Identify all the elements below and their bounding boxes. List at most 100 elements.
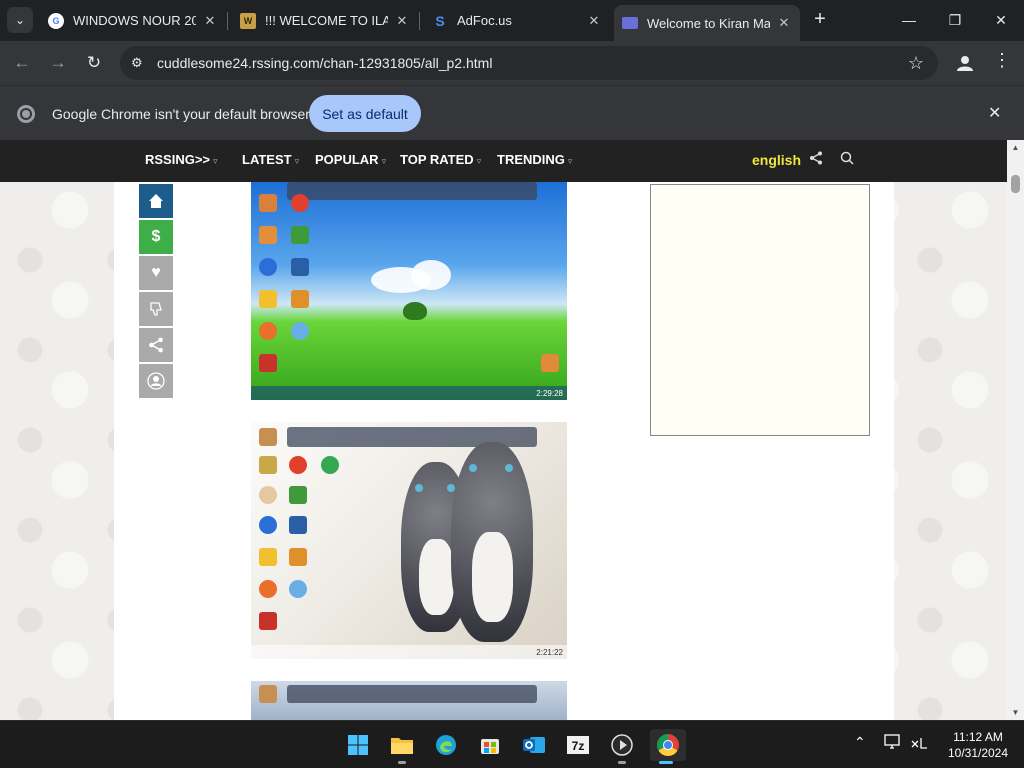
bookmark-star-icon[interactable]: ☆ bbox=[908, 53, 924, 74]
desktop-icon bbox=[259, 486, 277, 504]
desktop-icon bbox=[291, 258, 309, 276]
profile-button[interactable] bbox=[953, 51, 977, 75]
chevron-up-icon[interactable]: ⌃ bbox=[854, 734, 866, 751]
tab-adfocus[interactable]: S AdFoc.us ✕ bbox=[424, 6, 610, 35]
dropdown-triangle-icon: ▿ bbox=[213, 156, 218, 166]
heart-icon: ♥ bbox=[151, 264, 161, 281]
kitten-chest bbox=[418, 538, 454, 615]
close-icon[interactable]: ✕ bbox=[202, 13, 218, 29]
desktop-screenshot-3[interactable] bbox=[251, 681, 567, 720]
chrome-icon bbox=[17, 105, 35, 123]
window-close-button[interactable]: ✕ bbox=[978, 0, 1024, 40]
tab-title: AdFoc.us bbox=[457, 13, 512, 28]
clock-date: 10/31/2024 bbox=[947, 746, 1009, 760]
desktop-icon bbox=[291, 290, 309, 308]
donate-button[interactable]: $ bbox=[139, 220, 173, 254]
desktop-screenshot-2[interactable]: 2:21:22 bbox=[251, 422, 567, 659]
set-as-default-button[interactable]: Set as default bbox=[309, 95, 421, 132]
home-button[interactable] bbox=[139, 184, 173, 218]
display-icon[interactable] bbox=[884, 734, 902, 753]
desktop-icon bbox=[291, 194, 309, 212]
nav-top-rated[interactable]: TOP RATED ▿ bbox=[400, 152, 481, 167]
taskbar-file-explorer[interactable] bbox=[386, 729, 418, 764]
search-icon[interactable] bbox=[840, 151, 854, 168]
tab-welcome-ila[interactable]: W !!! WELCOME TO ILA'S ✕ bbox=[232, 6, 418, 35]
desktop-icon bbox=[541, 354, 559, 372]
close-icon[interactable]: ✕ bbox=[586, 13, 602, 29]
scroll-down-arrow-icon[interactable]: ▼ bbox=[1007, 708, 1024, 717]
reload-button[interactable]: ↻ bbox=[80, 49, 108, 77]
nav-latest[interactable]: LATEST ▿ bbox=[242, 152, 299, 167]
taskbar-7zip[interactable]: 7z bbox=[562, 729, 594, 761]
browser-toolbar: ← → ↻ ⚙ cuddlesome24.rssing.com/chan-129… bbox=[0, 41, 1024, 85]
tab-strip: ⌄ G WINDOWS NOUR 201 ✕ W !!! WELCOME TO … bbox=[0, 0, 1024, 41]
taskbar-edge[interactable] bbox=[430, 729, 462, 761]
nav-rssing[interactable]: RSSING>> ▿ bbox=[145, 152, 218, 167]
close-icon[interactable]: ✕ bbox=[394, 13, 410, 29]
url-text[interactable]: cuddlesome24.rssing.com/chan-12931805/al… bbox=[157, 55, 492, 71]
advertisement-box[interactable] bbox=[650, 184, 870, 436]
minimize-button[interactable]: — bbox=[886, 0, 932, 40]
taskbar-store[interactable] bbox=[474, 729, 506, 761]
page-scrollbar[interactable]: ▲ ▼ bbox=[1007, 140, 1024, 720]
network-off-icon[interactable] bbox=[910, 734, 928, 753]
taskbar-media-player[interactable] bbox=[606, 729, 638, 764]
site-info-icon[interactable]: ⚙ bbox=[131, 55, 147, 71]
desktop-icon bbox=[259, 290, 277, 308]
outlook-icon bbox=[523, 737, 545, 753]
desktop-icon bbox=[289, 548, 307, 566]
new-tab-button[interactable]: + bbox=[808, 8, 832, 32]
site-icon: W bbox=[240, 12, 256, 29]
tab-kiran-maji[interactable]: Welcome to Kiran Maji ✕ bbox=[614, 5, 800, 41]
system-clock[interactable]: 11:12 AM 10/31/2024 bbox=[938, 729, 1018, 761]
nav-label: LATEST bbox=[242, 152, 292, 167]
google-icon: G bbox=[48, 12, 64, 29]
close-icon[interactable]: ✕ bbox=[776, 15, 792, 31]
share-icon[interactable] bbox=[809, 151, 823, 168]
tab-windows-nour[interactable]: G WINDOWS NOUR 201 ✕ bbox=[40, 6, 226, 35]
desktop-icon bbox=[259, 194, 277, 212]
nav-label: POPULAR bbox=[315, 152, 379, 167]
7zip-icon: 7z bbox=[567, 736, 589, 754]
close-icon[interactable]: ✕ bbox=[988, 103, 1001, 123]
taskbar-chrome[interactable] bbox=[650, 729, 686, 764]
screenshot-taskbar bbox=[287, 685, 537, 703]
eye bbox=[447, 484, 455, 492]
windows-taskbar: 7z ⌃ 11:12 AM 10/31/2024 bbox=[0, 720, 1024, 768]
share-button[interactable] bbox=[139, 328, 173, 362]
running-indicator bbox=[659, 761, 673, 764]
svg-text:7z: 7z bbox=[572, 739, 585, 753]
screenshot-taskbar bbox=[287, 182, 537, 200]
back-button[interactable]: ← bbox=[8, 49, 36, 77]
store-icon bbox=[481, 739, 499, 754]
desktop-screenshot-1[interactable]: 2:29:28 bbox=[251, 182, 567, 400]
desktop-icon bbox=[289, 516, 307, 534]
forward-button[interactable]: → bbox=[44, 49, 72, 77]
arrow-left-icon: ← bbox=[13, 53, 31, 72]
dropdown-triangle-icon: ▿ bbox=[476, 156, 482, 166]
scroll-up-arrow-icon[interactable]: ▲ bbox=[1007, 143, 1024, 152]
site-icon bbox=[622, 17, 638, 29]
profile-sidebar-button[interactable] bbox=[139, 364, 173, 398]
language-selector[interactable]: english bbox=[752, 152, 801, 168]
kitten-chest bbox=[471, 532, 513, 622]
dislike-button[interactable] bbox=[139, 292, 173, 326]
desktop-icon bbox=[289, 580, 307, 598]
address-bar[interactable]: ⚙ cuddlesome24.rssing.com/chan-12931805/… bbox=[120, 46, 938, 80]
menu-button[interactable]: ⋮ bbox=[990, 50, 1014, 71]
eye bbox=[469, 464, 477, 472]
desktop-icon bbox=[259, 428, 277, 446]
desktop-icon bbox=[259, 354, 277, 372]
edge-icon bbox=[436, 735, 456, 755]
start-button[interactable] bbox=[342, 729, 374, 761]
like-button[interactable]: ♥ bbox=[139, 256, 173, 290]
scrollbar-thumb[interactable] bbox=[1011, 175, 1020, 193]
nav-trending[interactable]: TRENDING ▿ bbox=[497, 152, 572, 167]
nav-popular[interactable]: POPULAR ▿ bbox=[315, 152, 386, 167]
web-page: RSSING>> ▿ LATEST ▿ POPULAR ▿ TOP RATED ▿ TR… bbox=[0, 140, 1007, 720]
nav-label: TOP RATED bbox=[400, 152, 474, 167]
taskbar-outlook[interactable] bbox=[518, 729, 550, 761]
tab-search-button[interactable]: ⌄ bbox=[7, 7, 33, 33]
arrow-right-icon: → bbox=[49, 53, 67, 72]
restore-button[interactable]: ❐ bbox=[932, 0, 978, 40]
